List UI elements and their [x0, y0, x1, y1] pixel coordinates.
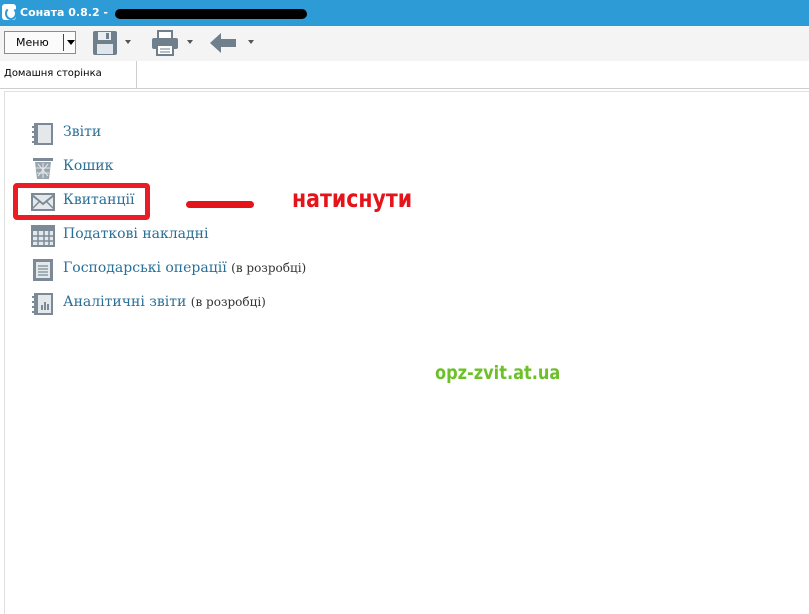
window-title: Соната 0.8.2 - — [20, 6, 108, 19]
highlight-box — [13, 183, 150, 220]
home-content — [4, 91, 809, 614]
redacted-title-part — [115, 9, 307, 19]
nav-item-label: Податкові накладні — [63, 226, 209, 242]
app-logo-icon — [2, 4, 17, 20]
nav-item-label: Кошик — [63, 158, 114, 174]
annotation-line — [186, 201, 254, 208]
nav-item-label: Звіти — [63, 124, 102, 140]
menu-button-separator — [63, 34, 64, 51]
annotation-text: натиснути — [292, 184, 413, 213]
nav-item-note: (в розробці) — [190, 295, 266, 309]
chevron-down-icon[interactable] — [67, 40, 75, 45]
chart-notebook-icon — [32, 293, 53, 315]
nav-item-label: Аналітичні звіти — [63, 294, 187, 310]
title-bar: Соната 0.8.2 - — [0, 0, 809, 26]
trash-icon — [33, 158, 53, 179]
tab-strip: Домашня сторінка — [0, 61, 809, 89]
toolbar: Меню — [0, 26, 809, 62]
notebook-icon — [32, 123, 53, 145]
back-arrow-icon[interactable] — [209, 32, 237, 54]
save-icon[interactable] — [92, 30, 118, 56]
tab-home-label: Домашня сторінка — [4, 68, 102, 79]
watermark-text: opz-zvit.at.ua — [435, 362, 561, 384]
print-icon[interactable] — [151, 30, 179, 56]
nav-item-note: (в розробці) — [231, 261, 307, 275]
menu-button-label: Меню — [16, 36, 49, 49]
tab-home[interactable]: Домашня сторінка — [0, 61, 137, 88]
document-lines-icon — [33, 259, 53, 281]
menu-button[interactable]: Меню — [4, 31, 76, 54]
print-dropdown-icon[interactable] — [187, 40, 193, 44]
table-grid-icon — [31, 225, 55, 247]
save-dropdown-icon[interactable] — [125, 40, 131, 44]
nav-item-label: Господарські операції — [63, 260, 227, 276]
back-dropdown-icon[interactable] — [248, 40, 254, 44]
